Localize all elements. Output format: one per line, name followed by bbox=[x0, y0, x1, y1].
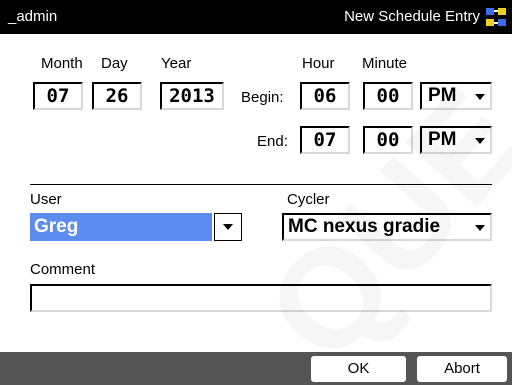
chevron-down-icon bbox=[223, 224, 233, 230]
day-label: Day bbox=[101, 55, 128, 72]
end-ampm-value: PM bbox=[428, 129, 457, 150]
cycler-select-value: MC nexus gradie bbox=[288, 216, 441, 237]
user-select-value: Greg bbox=[30, 213, 212, 241]
user-select[interactable]: Greg bbox=[30, 213, 242, 241]
logged-in-user: _admin bbox=[8, 8, 58, 25]
chevron-down-icon bbox=[475, 94, 485, 100]
network-transfer-icon[interactable] bbox=[485, 7, 507, 27]
end-label: End: bbox=[257, 133, 288, 150]
begin-ampm-value: PM bbox=[428, 85, 457, 106]
chevron-down-icon bbox=[475, 138, 485, 144]
begin-label: Begin: bbox=[241, 89, 284, 106]
user-label: User bbox=[30, 191, 62, 208]
cycler-select[interactable]: MC nexus gradie bbox=[282, 213, 492, 241]
minute-label: Minute bbox=[362, 55, 408, 72]
end-ampm-select[interactable]: PM bbox=[420, 126, 492, 154]
begin-minute-field[interactable]: 00 bbox=[363, 82, 413, 110]
hour-label: Hour bbox=[302, 55, 335, 72]
end-minute-field[interactable]: 00 bbox=[363, 126, 413, 154]
year-label: Year bbox=[161, 55, 192, 72]
month-field[interactable]: 07 bbox=[33, 82, 83, 110]
end-hour-field[interactable]: 07 bbox=[300, 126, 350, 154]
cycler-label: Cycler bbox=[287, 191, 330, 208]
comment-field[interactable] bbox=[30, 284, 492, 312]
day-field[interactable]: 26 bbox=[92, 82, 142, 110]
year-field[interactable]: 2013 bbox=[160, 82, 224, 110]
ok-button[interactable]: OK bbox=[311, 356, 406, 382]
window-title: New Schedule Entry bbox=[344, 8, 480, 25]
begin-hour-field[interactable]: 06 bbox=[300, 82, 350, 110]
month-label: Month bbox=[41, 55, 83, 72]
title-bar: _admin New Schedule Entry bbox=[0, 0, 512, 34]
comment-label: Comment bbox=[30, 261, 96, 278]
user-dropdown-button[interactable] bbox=[214, 213, 242, 241]
chevron-down-icon bbox=[475, 225, 485, 231]
section-divider bbox=[30, 184, 492, 185]
begin-ampm-select[interactable]: PM bbox=[420, 82, 492, 110]
abort-button[interactable]: Abort bbox=[417, 356, 507, 382]
